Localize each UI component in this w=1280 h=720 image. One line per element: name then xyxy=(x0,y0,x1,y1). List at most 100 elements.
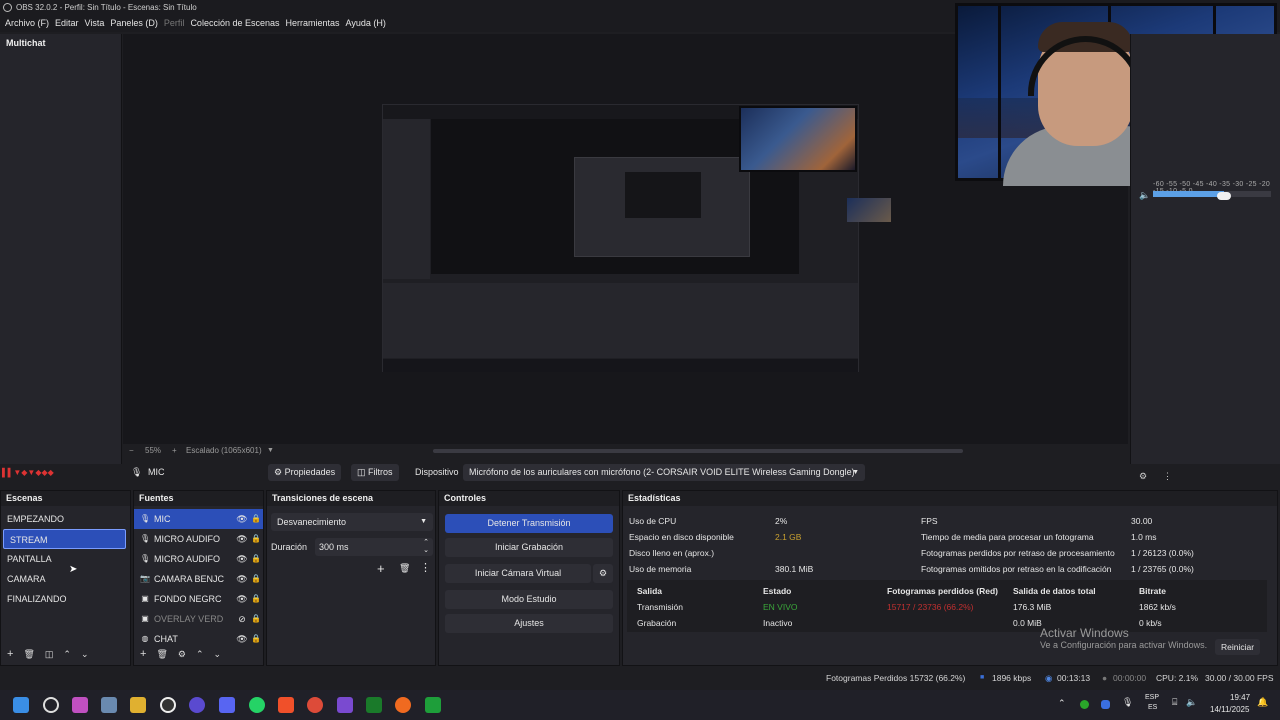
tray-chevron-icon[interactable]: ⌃ xyxy=(1058,698,1066,709)
transition-menu-icon[interactable]: ⋮ xyxy=(420,561,431,574)
menu-herramientas[interactable]: Herramientas xyxy=(285,15,345,32)
speaker-icon[interactable]: 🔈 xyxy=(1139,190,1150,201)
menu-vista[interactable]: Vista xyxy=(84,15,110,32)
remove-source-button[interactable]: 🗑 xyxy=(156,649,167,660)
volume-icon[interactable]: 🔈 xyxy=(1186,697,1197,708)
stat-label: Espacio en disco disponible xyxy=(629,532,734,542)
multichat-dock: Multichat ▌▌▼◆▼◆◆◆ xyxy=(0,34,122,477)
volume-meter[interactable] xyxy=(1153,191,1271,197)
menu-coleccion-escenas[interactable]: Colección de Escenas xyxy=(189,15,284,32)
notification-icon[interactable]: 🔔 xyxy=(1257,697,1268,708)
app-icon[interactable] xyxy=(189,697,205,713)
folder-icon[interactable] xyxy=(130,697,146,713)
taskbar-time[interactable]: 19:47 xyxy=(1230,693,1250,702)
taskbar-date[interactable]: 14/11/2025 xyxy=(1210,705,1249,714)
lock-icon[interactable]: 🔒 xyxy=(249,509,263,529)
obs-icon[interactable] xyxy=(160,697,176,713)
remove-scene-button[interactable]: 🗑 xyxy=(23,649,34,660)
whatsapp-icon[interactable] xyxy=(249,697,265,713)
lock-icon[interactable]: 🔒 xyxy=(249,569,263,589)
source-item-micro-audifo-2[interactable]: 🎙 MICRO AUDIFO 👁 🔒 xyxy=(134,549,263,569)
menu-archivo[interactable]: Archivo (F) xyxy=(4,15,54,32)
menu-ayuda[interactable]: Ayuda (H) xyxy=(345,15,391,32)
discord-icon[interactable] xyxy=(219,697,235,713)
excel-icon[interactable] xyxy=(425,697,441,713)
stat-label: Fotogramas perdidos por retraso de proce… xyxy=(921,548,1115,558)
studio-mode-button[interactable]: Modo Estudio xyxy=(445,590,613,609)
lock-icon[interactable]: 🔒 xyxy=(249,609,263,629)
horizontal-scrollbar[interactable] xyxy=(433,449,963,453)
eye-icon[interactable]: 👁 xyxy=(235,509,249,529)
mic-icon[interactable]: 🎙 xyxy=(1122,697,1133,708)
stop-stream-button[interactable]: Detener Transmisión xyxy=(445,514,613,533)
move-down-button[interactable]: ⌄ xyxy=(81,649,89,660)
add-transition-button[interactable]: + xyxy=(377,561,385,576)
start-virtual-camera-button[interactable]: Iniciar Cámara Virtual xyxy=(445,564,591,583)
audio-mixer-dock: -60 -55 -50 -45 -40 -35 -30 -25 -20 -15 … xyxy=(1130,34,1280,481)
app-icon[interactable] xyxy=(366,697,382,713)
outputs-table: Salida Estado Fotogramas perdidos (Red) … xyxy=(627,580,1267,632)
move-up-button[interactable]: ⌃ xyxy=(196,649,204,660)
scene-item-finalizando[interactable]: FINALIZANDO xyxy=(1,589,130,609)
scene-item-empezando[interactable]: EMPEZANDO xyxy=(1,509,130,529)
eye-icon[interactable]: 👁 xyxy=(235,529,249,549)
move-down-button[interactable]: ⌄ xyxy=(214,649,222,660)
scene-filters-button[interactable]: ◫ xyxy=(45,649,54,660)
volume-slider-knob[interactable] xyxy=(1216,192,1231,200)
virtual-camera-settings-button[interactable]: ⚙ xyxy=(593,564,613,583)
lock-icon[interactable]: 🔒 xyxy=(249,549,263,569)
remove-transition-button[interactable]: 🗑 xyxy=(399,563,410,574)
scene-item-stream[interactable]: STREAM xyxy=(3,529,126,549)
tray-app-icon[interactable] xyxy=(1080,700,1089,709)
audio-settings-icon[interactable]: ⚙ xyxy=(1139,471,1147,482)
zoom-out-button[interactable]: − xyxy=(129,444,134,458)
source-item-fondo-negro[interactable]: ▣ FONDO NEGRC 👁 🔒 xyxy=(134,589,263,609)
zoom-in-button[interactable]: + xyxy=(172,444,177,458)
menu-editar[interactable]: Editar xyxy=(54,15,84,32)
source-properties-button[interactable]: ⚙ xyxy=(178,649,186,660)
eye-icon[interactable]: 👁 xyxy=(235,549,249,569)
source-item-mic[interactable]: 🎙 MIC 👁 🔒 xyxy=(134,509,263,529)
scene-item-camara[interactable]: CAMARA xyxy=(1,569,130,589)
transition-type-select[interactable]: Desvanecimiento ▼ xyxy=(271,513,433,531)
eye-icon[interactable]: 👁 xyxy=(235,569,249,589)
duration-input[interactable]: 300 ms ⌃ ⌄ xyxy=(315,538,433,556)
add-source-button[interactable]: + xyxy=(140,648,146,660)
menu-paneles[interactable]: Paneles (D) xyxy=(109,15,163,32)
source-item-overlay-verde[interactable]: ▣ OVERLAY VERD ⊘ 🔒 xyxy=(134,609,263,629)
eye-hidden-icon[interactable]: ⊘ xyxy=(235,609,249,629)
windows-start-icon[interactable] xyxy=(13,697,29,713)
brave-icon[interactable] xyxy=(278,697,294,713)
move-up-button[interactable]: ⌃ xyxy=(63,649,71,660)
eye-icon[interactable]: 👁 xyxy=(235,589,249,609)
language-indicator[interactable]: ESP xyxy=(1145,694,1159,701)
app-icon[interactable] xyxy=(337,697,353,713)
scene-item-pantalla[interactable]: PANTALLA xyxy=(1,549,130,569)
wifi-icon[interactable]: ⌸ xyxy=(1172,697,1177,708)
lock-icon[interactable]: 🔒 xyxy=(249,529,263,549)
stepper-down-icon[interactable]: ⌄ xyxy=(423,542,429,560)
bluetooth-icon[interactable] xyxy=(1101,700,1110,709)
filters-button[interactable]: ◫ Filtros xyxy=(351,464,399,481)
chevron-down-icon[interactable]: ▼ xyxy=(267,444,274,458)
app-icon[interactable] xyxy=(72,697,88,713)
lock-icon[interactable]: 🔒 xyxy=(249,589,263,609)
settings-icon[interactable] xyxy=(101,697,117,713)
audio-menu-icon[interactable]: ⋮ xyxy=(1163,471,1172,482)
source-item-camara-benjc[interactable]: 📷 CAMARA BENJC 👁 🔒 xyxy=(134,569,263,589)
watermark-title: Activar Windows xyxy=(1040,626,1129,640)
app-icon[interactable] xyxy=(395,697,411,713)
properties-button[interactable]: ⚙ Propiedades xyxy=(268,464,342,481)
search-icon[interactable] xyxy=(43,697,59,713)
device-select[interactable]: Micrófono de los auriculares con micrófo… xyxy=(463,464,865,481)
source-item-micro-audifo[interactable]: 🎙 MICRO AUDIFO 👁 🔒 xyxy=(134,529,263,549)
multichat-toolbar-icons[interactable]: ▌▌▼◆▼◆◆◆ xyxy=(2,468,112,478)
add-scene-button[interactable]: + xyxy=(7,648,13,660)
settings-button[interactable]: Ajustes xyxy=(445,614,613,633)
table-cell: 15717 / 23736 (66.2%) xyxy=(887,602,974,612)
table-cell: 176.3 MiB xyxy=(1013,602,1052,612)
camera-icon: 📷 xyxy=(140,574,150,583)
menu-perfil[interactable]: Perfil xyxy=(163,15,190,32)
start-recording-button[interactable]: Iniciar Grabación xyxy=(445,538,613,557)
chrome-icon[interactable] xyxy=(307,697,323,713)
